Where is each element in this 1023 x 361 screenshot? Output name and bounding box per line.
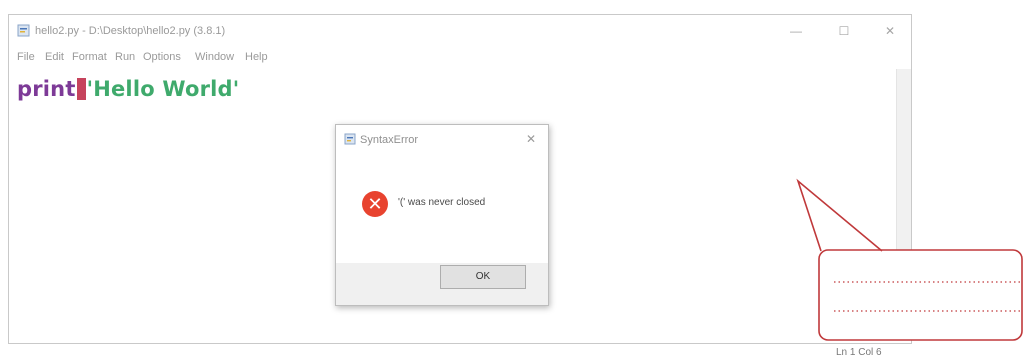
code-line-1: print 'Hello World' xyxy=(17,77,239,101)
menu-file[interactable]: File xyxy=(17,51,35,63)
ok-button[interactable]: OK xyxy=(440,265,526,289)
print-keyword: print xyxy=(17,77,76,101)
python-file-icon xyxy=(17,24,30,37)
window-title: hello2.py - D:\Desktop\hello2.py (3.8.1) xyxy=(35,25,226,37)
error-message: '(' was never closed xyxy=(398,197,486,208)
error-highlight-marker xyxy=(76,78,86,100)
menu-bar: File Edit Format Run Options Window Help xyxy=(9,47,911,67)
python-icon xyxy=(344,133,356,145)
title-bar: hello2.py - D:\Desktop\hello2.py (3.8.1)… xyxy=(9,15,911,47)
dialog-title: SyntaxError xyxy=(360,134,419,146)
dialog-close-button[interactable]: ✕ xyxy=(526,132,536,146)
maximize-button[interactable]: ☐ xyxy=(827,21,861,41)
syntax-error-dialog: SyntaxError ✕ ✕ '(' was never closed OK xyxy=(335,124,549,306)
error-x-icon: ✕ xyxy=(362,191,388,217)
string-literal: 'Hello World' xyxy=(86,77,240,101)
dialog-title-bar: SyntaxError ✕ xyxy=(336,125,548,155)
menu-options[interactable]: Options xyxy=(143,51,181,63)
menu-format[interactable]: Format xyxy=(72,51,107,63)
menu-run[interactable]: Run xyxy=(115,51,135,63)
status-bar-position: Ln 1 Col 6 xyxy=(836,347,882,358)
close-window-button[interactable]: ✕ xyxy=(873,21,907,41)
minimize-button[interactable]: — xyxy=(779,21,813,41)
menu-edit[interactable]: Edit xyxy=(45,51,64,63)
menu-window[interactable]: Window xyxy=(195,51,234,63)
dialog-body: ✕ '(' was never closed xyxy=(336,155,548,263)
menu-help[interactable]: Help xyxy=(245,51,268,63)
callout-bubble xyxy=(796,178,1023,341)
